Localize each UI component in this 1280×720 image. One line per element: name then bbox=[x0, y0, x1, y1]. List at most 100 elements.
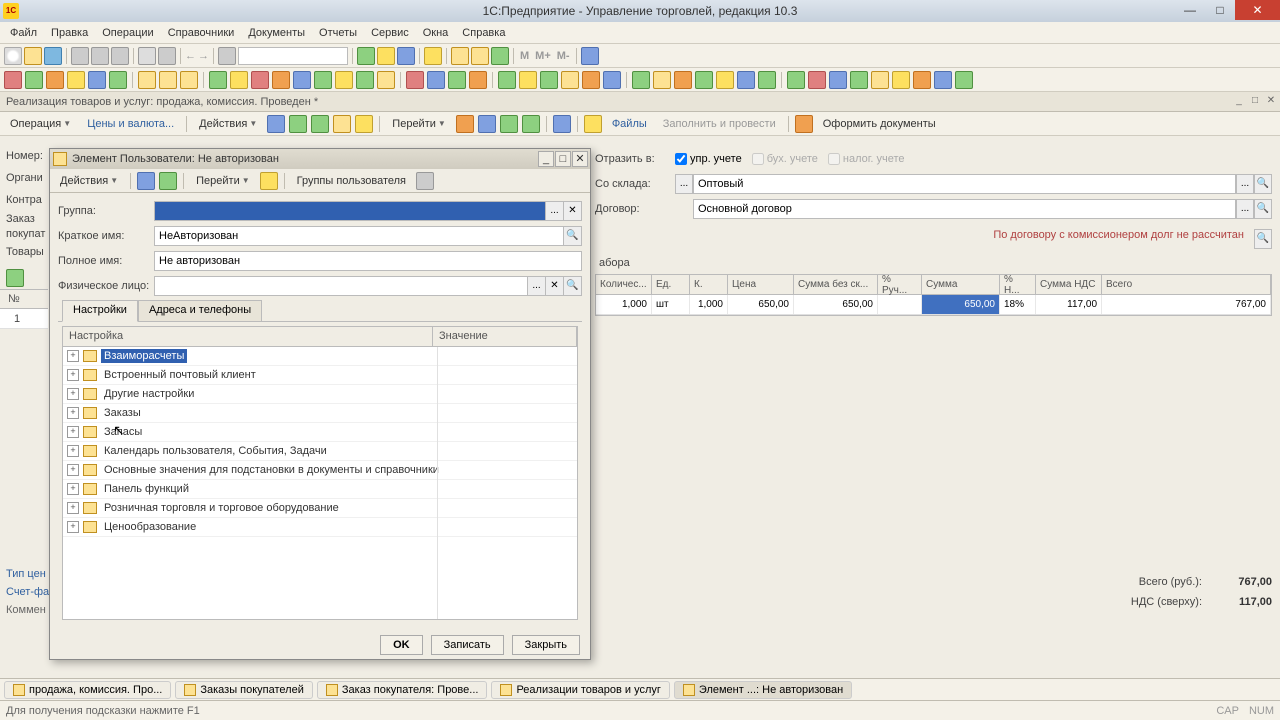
goto-button[interactable]: Перейти▼ bbox=[386, 116, 452, 132]
t2-icon[interactable] bbox=[88, 71, 106, 89]
expand-icon[interactable]: + bbox=[67, 407, 79, 419]
expand-icon[interactable]: + bbox=[67, 350, 79, 362]
tree-hdr-value[interactable]: Значение bbox=[433, 327, 577, 346]
expand-icon[interactable]: + bbox=[67, 426, 79, 438]
group-field[interactable] bbox=[154, 201, 546, 221]
menu-reports[interactable]: Отчеты bbox=[313, 25, 363, 41]
m-label[interactable]: M bbox=[518, 50, 531, 62]
rb-icon[interactable] bbox=[289, 115, 307, 133]
tab-settings[interactable]: Настройки bbox=[62, 300, 138, 322]
chk-buh[interactable]: бух. учете bbox=[752, 153, 818, 165]
invoice-link[interactable]: Счет-фа bbox=[6, 586, 49, 604]
hdr-sum[interactable]: Сумма bbox=[922, 275, 1000, 294]
t2-icon[interactable] bbox=[758, 71, 776, 89]
expand-icon[interactable]: + bbox=[67, 521, 79, 533]
fill-post-button[interactable]: Заполнить и провести bbox=[657, 116, 782, 132]
copy-icon[interactable] bbox=[91, 47, 109, 65]
expand-icon[interactable]: + bbox=[67, 464, 79, 476]
rb-icon[interactable] bbox=[522, 115, 540, 133]
rb-icon[interactable] bbox=[311, 115, 329, 133]
t2-icon[interactable] bbox=[230, 71, 248, 89]
task-item[interactable]: Заказ покупателя: Прове... bbox=[317, 681, 488, 699]
t2-icon[interactable] bbox=[335, 71, 353, 89]
contract-field[interactable]: Основной договор bbox=[693, 199, 1236, 219]
dlg-close-button[interactable]: ✕ bbox=[572, 151, 588, 167]
t2-icon[interactable] bbox=[934, 71, 952, 89]
hdr-pct[interactable]: % Руч... bbox=[878, 275, 922, 294]
tree-row[interactable]: +Панель функций bbox=[63, 480, 577, 499]
menu-file[interactable]: Файл bbox=[4, 25, 43, 41]
t2-icon[interactable] bbox=[498, 71, 516, 89]
expand-icon[interactable]: + bbox=[67, 388, 79, 400]
open-icon[interactable] bbox=[24, 47, 42, 65]
rb-icon[interactable] bbox=[478, 115, 496, 133]
warehouse-sel-button[interactable]: ... bbox=[675, 174, 693, 194]
tree-row[interactable]: +Ценообразование bbox=[63, 518, 577, 537]
rb-icon[interactable] bbox=[333, 115, 351, 133]
menu-directories[interactable]: Справочники bbox=[162, 25, 241, 41]
task-item[interactable]: Заказы покупателей bbox=[175, 681, 313, 699]
rb-icon[interactable] bbox=[456, 115, 474, 133]
t2-icon[interactable] bbox=[209, 71, 227, 89]
t2-icon[interactable] bbox=[138, 71, 156, 89]
hdr-k[interactable]: К. bbox=[690, 275, 728, 294]
chk-upr[interactable]: упр. учете bbox=[675, 153, 742, 165]
hdr-sumno[interactable]: Сумма без ск... bbox=[794, 275, 878, 294]
dlg-ok-button[interactable]: OK bbox=[380, 635, 423, 655]
t2-icon[interactable] bbox=[25, 71, 43, 89]
t2-icon[interactable] bbox=[653, 71, 671, 89]
fiz-sel-button[interactable]: ... bbox=[528, 276, 546, 296]
t2-icon[interactable] bbox=[603, 71, 621, 89]
price-type-link[interactable]: Тип цен bbox=[6, 568, 49, 586]
hdr-qty[interactable]: Количес... bbox=[596, 275, 652, 294]
contract-more-button[interactable]: ... bbox=[1236, 199, 1254, 219]
dlg-max-button[interactable]: □ bbox=[555, 151, 571, 167]
search-icon[interactable] bbox=[218, 47, 236, 65]
expand-icon[interactable]: + bbox=[67, 445, 79, 457]
doc-close-button[interactable]: ✕ bbox=[1264, 95, 1278, 109]
warehouse-more-button[interactable]: ... bbox=[1236, 174, 1254, 194]
dlg-goto-button[interactable]: Перейти▼ bbox=[190, 173, 256, 189]
tab-addresses[interactable]: Адреса и телефоны bbox=[138, 300, 262, 321]
dlg-groups-button[interactable]: Группы пользователя bbox=[291, 173, 412, 189]
t2-icon[interactable] bbox=[469, 71, 487, 89]
paste-icon[interactable] bbox=[111, 47, 129, 65]
t2-icon[interactable] bbox=[716, 71, 734, 89]
m-plus-label[interactable]: M+ bbox=[533, 50, 553, 62]
minimize-button[interactable]: — bbox=[1175, 0, 1205, 20]
short-field[interactable]: НеАвторизован bbox=[154, 226, 564, 246]
expand-icon[interactable]: + bbox=[67, 369, 79, 381]
t2-icon[interactable] bbox=[180, 71, 198, 89]
t2-icon[interactable] bbox=[632, 71, 650, 89]
t2-icon[interactable] bbox=[67, 71, 85, 89]
task-item[interactable]: Реализации товаров и услуг bbox=[491, 681, 669, 699]
t2-icon[interactable] bbox=[913, 71, 931, 89]
short-search-button[interactable]: 🔍 bbox=[564, 226, 582, 246]
files-button[interactable]: Файлы bbox=[606, 116, 653, 132]
t2-icon[interactable] bbox=[427, 71, 445, 89]
search-input[interactable] bbox=[238, 47, 348, 65]
warehouse-search-button[interactable]: 🔍 bbox=[1254, 174, 1272, 194]
fiz-field[interactable] bbox=[154, 276, 528, 296]
preview-icon[interactable] bbox=[158, 47, 176, 65]
maximize-button[interactable]: □ bbox=[1205, 0, 1235, 20]
save-icon[interactable] bbox=[44, 47, 62, 65]
doc-icon[interactable] bbox=[795, 115, 813, 133]
tree-row[interactable]: +Взаиморасчеты bbox=[63, 347, 577, 366]
print-icon[interactable] bbox=[138, 47, 156, 65]
tb-blue-icon[interactable] bbox=[397, 47, 415, 65]
expand-icon[interactable]: + bbox=[67, 483, 79, 495]
hdr-unit[interactable]: Ед. bbox=[652, 275, 690, 294]
tree-row[interactable]: +Основные значения для подстановки в док… bbox=[63, 461, 577, 480]
menu-operations[interactable]: Операции bbox=[96, 25, 159, 41]
dlg-actions-button[interactable]: Действия▼ bbox=[54, 173, 124, 189]
chk-nal[interactable]: налог. учете bbox=[828, 153, 905, 165]
t2-icon[interactable] bbox=[293, 71, 311, 89]
sum-cell-selected[interactable]: 650,00 bbox=[922, 295, 1000, 314]
tree-row[interactable]: +Розничная торговля и торговое оборудова… bbox=[63, 499, 577, 518]
t2-icon[interactable] bbox=[540, 71, 558, 89]
dlg-tb-icon[interactable] bbox=[137, 172, 155, 190]
tree-row[interactable]: +Встроенный почтовый клиент bbox=[63, 366, 577, 385]
calc-icon[interactable] bbox=[581, 47, 599, 65]
t2-icon[interactable] bbox=[377, 71, 395, 89]
